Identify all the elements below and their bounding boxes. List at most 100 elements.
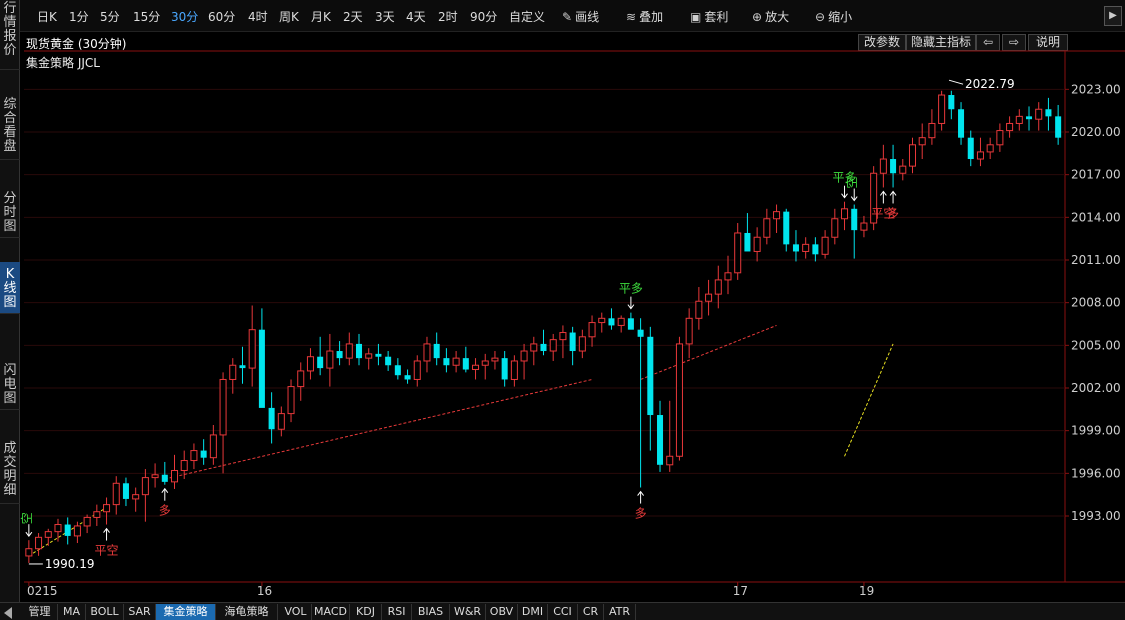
x-tick-label: 17 (733, 584, 748, 598)
tab-ma[interactable]: MA (58, 604, 86, 620)
candle-body (705, 293, 713, 302)
tab-jjcl-strategy[interactable]: 集金策略 (156, 604, 216, 620)
candle-body (190, 450, 198, 462)
candle-body (209, 434, 217, 459)
candle-body (675, 343, 683, 457)
price-marker-line (948, 79, 964, 85)
y-tick-label: 2002.00 (1071, 381, 1121, 395)
candle-body (481, 360, 489, 366)
candle-body (627, 318, 634, 330)
candle-body (666, 455, 674, 466)
tab-dmi[interactable]: DMI (518, 604, 548, 620)
candle-body (491, 357, 499, 362)
candle-body (44, 531, 52, 538)
candle-body (948, 95, 955, 110)
candle-body (996, 130, 1004, 146)
candle-body (54, 524, 62, 533)
candle-body (385, 356, 392, 366)
candle-body (248, 329, 256, 369)
tab-sar[interactable]: SAR (124, 604, 156, 620)
candle-body (724, 272, 732, 281)
candle-body (714, 279, 722, 295)
candle-body (695, 300, 703, 319)
candle-body (122, 483, 129, 499)
tab-vol[interactable]: VOL (280, 604, 312, 620)
candle-body (753, 236, 761, 252)
tab-cci[interactable]: CCI (548, 604, 578, 620)
candle-body (588, 322, 596, 338)
candle-body (112, 482, 120, 506)
candle-body (1006, 122, 1014, 132)
y-tick-label: 2005.00 (1071, 338, 1121, 352)
candle-body (345, 343, 353, 359)
candle-body (879, 158, 887, 174)
tab-turtle-strategy[interactable]: 海龟策略 (216, 604, 278, 620)
y-tick-label: 1996.00 (1071, 466, 1121, 480)
candle-body (986, 144, 994, 153)
candle-body (306, 356, 314, 372)
candle-body (317, 356, 324, 369)
candle-body (132, 494, 140, 500)
candle-body (559, 332, 567, 341)
candle-body (841, 208, 849, 220)
candle-body (540, 343, 547, 352)
candle-body (860, 222, 868, 231)
candle-body (744, 232, 751, 252)
tab-macd[interactable]: MACD (312, 604, 350, 620)
candle-body (326, 350, 334, 369)
signal-label: 平空 (95, 544, 119, 558)
x-tick-label: 19 (859, 584, 874, 598)
candle-body (851, 208, 858, 231)
candle-body (802, 243, 810, 252)
low-price-label: 1990.19 (45, 557, 95, 571)
tab-manage[interactable]: 管理 (22, 604, 58, 620)
candle-body (64, 524, 71, 536)
y-tick-label: 2014.00 (1071, 210, 1121, 224)
y-tick-label: 2020.00 (1071, 125, 1121, 139)
signal-label: 平多 (619, 282, 643, 296)
scroll-left-icon[interactable] (4, 607, 12, 619)
candle-body (890, 159, 897, 174)
tab-kdj[interactable]: KDJ (350, 604, 382, 620)
candle-body (773, 211, 781, 220)
candle-body (918, 137, 926, 146)
candle-body (258, 329, 265, 408)
y-tick-label: 2023.00 (1071, 82, 1121, 96)
tab-bias[interactable]: BIAS (412, 604, 450, 620)
candle-body (1045, 109, 1052, 117)
candle-body (569, 332, 576, 352)
candle-body (219, 378, 227, 436)
candle-body (365, 353, 373, 359)
candle-body (83, 516, 91, 527)
candle-body (433, 343, 440, 359)
candle-body (35, 536, 43, 550)
candle-body (510, 360, 518, 380)
candle-body (812, 244, 819, 255)
candle-body (958, 109, 965, 138)
tab-wr[interactable]: W&R (450, 604, 486, 620)
candle-body (180, 460, 188, 471)
candle-body (501, 358, 508, 380)
tab-obv[interactable]: OBV (486, 604, 518, 620)
y-tick-label: 1999.00 (1071, 424, 1121, 438)
candle-body (938, 94, 946, 124)
tab-cr[interactable]: CR (578, 604, 604, 620)
candle-body (93, 511, 101, 518)
candle-body (734, 232, 742, 274)
tab-atr[interactable]: ATR (604, 604, 636, 620)
tab-rsi[interactable]: RSI (382, 604, 412, 620)
x-tick-label: 0215 (27, 584, 58, 598)
candle-body (831, 218, 839, 238)
candlestick-chart[interactable]: 2023.00 2020.00 2017.00 2014.00 2011.00 2008.… (0, 0, 1125, 602)
candle-body (657, 415, 664, 465)
candle-body (355, 343, 363, 359)
trend-line (640, 324, 777, 380)
candle-body (578, 336, 586, 352)
candle-body (413, 360, 421, 380)
tab-boll[interactable]: BOLL (86, 604, 124, 620)
candle-body (1015, 115, 1023, 124)
candle-body (462, 358, 469, 370)
candle-body (520, 350, 528, 362)
y-tick-label: 2011.00 (1071, 253, 1121, 267)
candle-body (277, 413, 285, 430)
